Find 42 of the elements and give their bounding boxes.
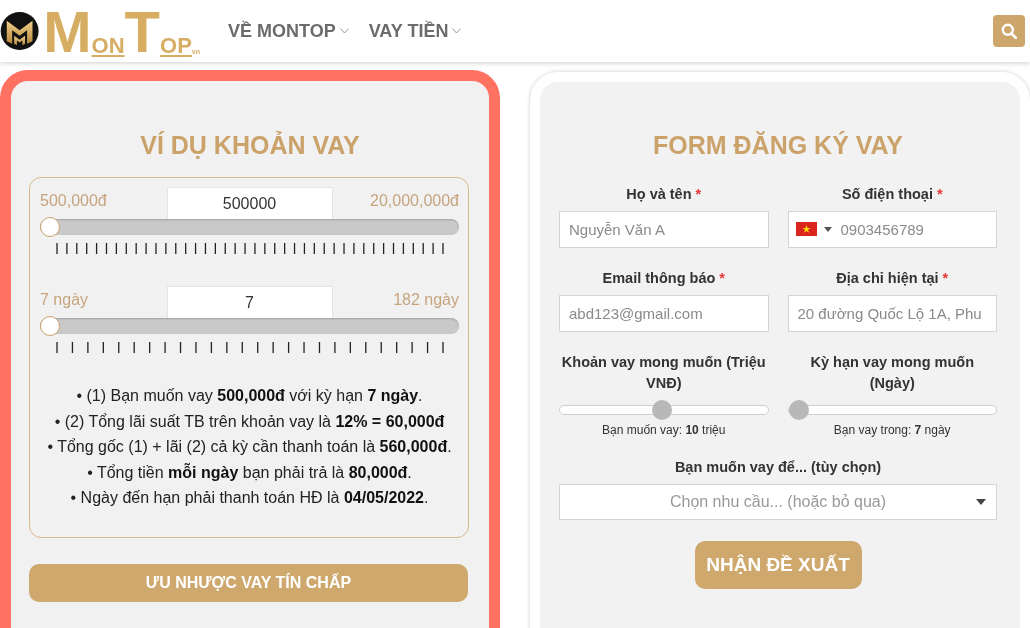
phone-input[interactable]: 0903456789	[787, 211, 997, 248]
summary-line: • (1) Bạn muốn vay 500,000đ với kỳ hạn 7 ngày.	[75, 386, 424, 406]
slider-track[interactable]	[40, 318, 459, 334]
slider-track[interactable]	[40, 219, 459, 235]
dropdown-select[interactable]: Chọn nhu cầu... (hoặc bỏ qua)	[559, 484, 997, 520]
range-max-label: 182 ngày	[392, 290, 459, 309]
text-input[interactable]: Nguyễn Văn A	[559, 211, 769, 248]
slider-thumb[interactable]	[40, 316, 60, 336]
summary-line: • Ngày đến hạn phải thanh toán HĐ là 04/05/2022.	[69, 488, 430, 508]
slider-caption: Bạn vay trong: 7 ngày	[832, 423, 952, 437]
slider-thumb[interactable]	[40, 217, 60, 237]
slider-thumb[interactable]	[788, 400, 809, 420]
field-label: Bạn muốn vay để... (tùy chọn)	[673, 458, 883, 477]
caret-icon[interactable]	[823, 226, 832, 232]
nav-menu-link[interactable]: VỀ MONTOP	[228, 20, 349, 42]
flag-icon[interactable]	[795, 222, 817, 236]
range-min-label: 500,000đ	[40, 191, 108, 210]
summary-line: • (2) Tổng lãi suất TB trên khoản vay là 12% = 60,000đ	[53, 411, 446, 432]
slider-thumb[interactable]	[651, 400, 672, 420]
summary-line: • Tổng tiền mỗi ngày bạn phải trả là 80,000đ.	[86, 462, 413, 483]
card-title: VÍ DỤ KHOẢN VAY	[139, 130, 361, 160]
number-input[interactable]: 7	[166, 286, 333, 318]
range-min-label: 7 ngày	[40, 290, 90, 309]
search-button[interactable]	[993, 15, 1025, 47]
range-max-label: 20,000,000đ	[369, 191, 459, 210]
field-label: Số điện thoại *	[840, 185, 944, 204]
slider-caption: Bạn muốn vay: 10 triệu	[601, 423, 727, 437]
search-icon	[1001, 23, 1017, 39]
chevron-down-icon	[339, 28, 349, 34]
chevron-down-icon	[452, 28, 462, 34]
field-label: Địa chỉ hiện tại *	[835, 269, 950, 288]
field-label: Khoản vay mong muốn (Triệu VNĐ)	[560, 353, 767, 393]
summary-line: • Tổng gốc (1) + lãi (2) cả kỳ cần thanh toán là 560,000đ.	[46, 437, 453, 457]
number-input[interactable]: 500000	[166, 187, 333, 219]
field-label: Kỳ hạn vay mong muốn (Ngày)	[809, 353, 976, 393]
card-title: FORM ĐĂNG KÝ VAY	[652, 130, 904, 160]
field-label: Email thông báo *	[601, 269, 726, 288]
nav-menu-link[interactable]: VAY TIỀN	[368, 20, 462, 42]
caret-icon	[976, 499, 986, 505]
field-label: Họ và tên *	[625, 185, 703, 204]
text-input[interactable]: abd123@gmail.com	[559, 295, 769, 332]
text-input[interactable]: 20 đường Quốc Lộ 1A, Phu	[787, 295, 997, 332]
